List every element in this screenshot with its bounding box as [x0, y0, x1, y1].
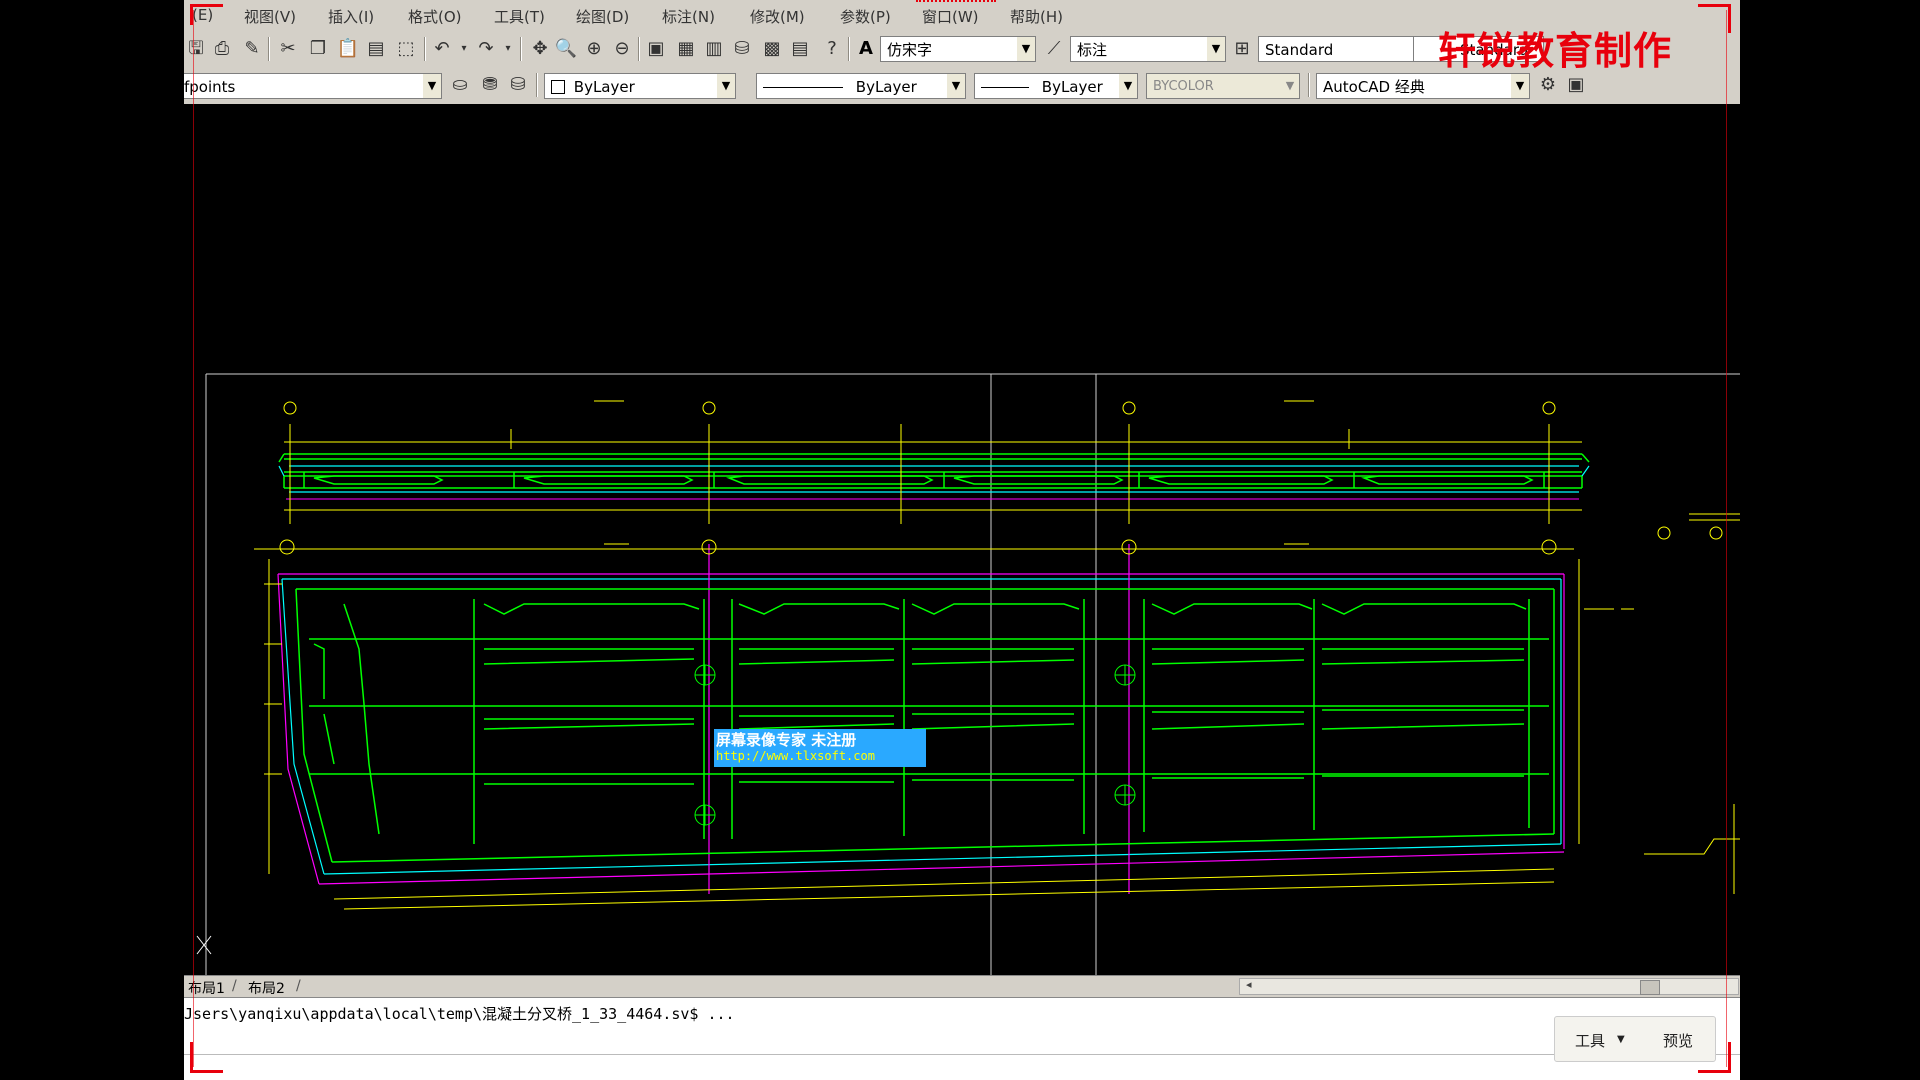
recording-frame-handle [916, 0, 996, 6]
recording-frame [193, 10, 1727, 1067]
